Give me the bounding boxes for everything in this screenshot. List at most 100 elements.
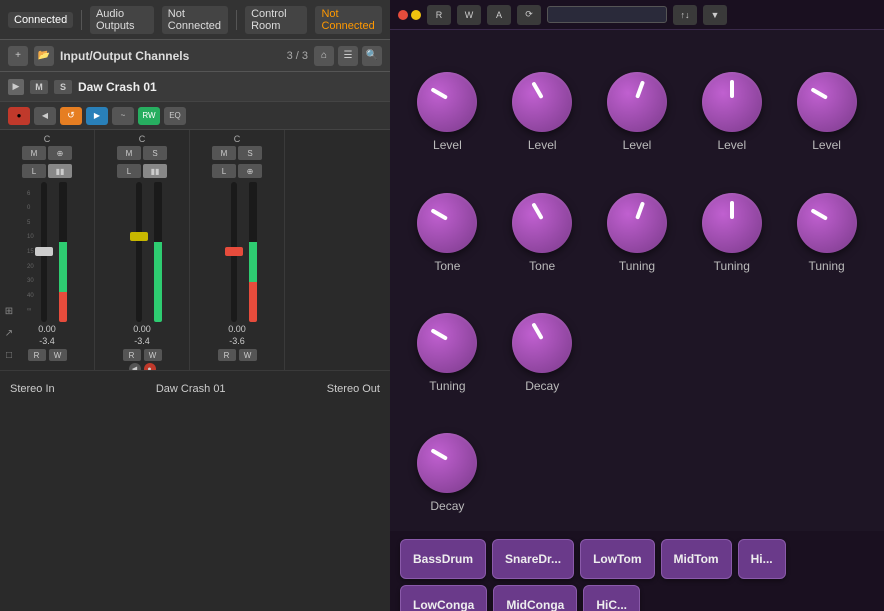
ch3-w-btn[interactable]: W: [239, 349, 257, 361]
rt-chevron-btn[interactable]: ▼: [703, 5, 727, 25]
mixer-icon[interactable]: ⊞: [2, 304, 16, 318]
knob-10[interactable]: [797, 193, 857, 253]
channel-2: C M S L ▮▮ 0.00 -3.4: [95, 130, 190, 370]
ch2-l-btn[interactable]: L: [117, 164, 141, 178]
rw-button[interactable]: RW: [138, 107, 160, 125]
sep2: [236, 10, 237, 30]
add-channel-button[interactable]: +: [8, 46, 28, 66]
knob-12[interactable]: [512, 313, 572, 373]
knob-2[interactable]: [512, 72, 572, 132]
drum-pad-snaredr---[interactable]: SnareDr...: [492, 539, 574, 579]
ch2-r-btn[interactable]: R: [123, 349, 141, 361]
house-icon[interactable]: ⌂: [314, 46, 334, 66]
ch1-r-btn[interactable]: R: [28, 349, 46, 361]
ch1-vu-btn[interactable]: ▮▮: [48, 164, 72, 178]
search-icon[interactable]: 🔍: [362, 46, 382, 66]
knob-6[interactable]: [417, 193, 477, 253]
not-connected2-badge[interactable]: Not Connected: [315, 6, 382, 34]
rt-loop-btn[interactable]: ⟳: [517, 5, 541, 25]
back-button[interactable]: ◀: [34, 107, 56, 125]
ch3-fader-handle[interactable]: [225, 247, 243, 256]
ch2-fader-area: [97, 182, 187, 322]
knob-8[interactable]: [607, 193, 667, 253]
automation-button[interactable]: ~: [112, 107, 134, 125]
ch2-fader-handle[interactable]: [130, 232, 148, 241]
mixer-channels-area: C M ⊕ L ▮▮ 6 0 5 10 15 20: [0, 130, 390, 370]
knob-label-5: Level: [812, 138, 841, 152]
ch3-buttons: M S: [212, 146, 262, 160]
rt-arrows-btn[interactable]: ↑↓: [673, 5, 697, 25]
drum-pad-midconga[interactable]: MidConga: [493, 585, 577, 611]
ch1-buttons: M ⊕: [22, 146, 72, 160]
monitor-button[interactable]: ▶: [86, 107, 108, 125]
channel-strip-header: ▶ M S Daw Crash 01: [0, 72, 390, 102]
knob-4[interactable]: [702, 72, 762, 132]
stereo-out-label: Stereo Out: [327, 383, 380, 395]
knob-1[interactable]: [417, 72, 477, 132]
drum-pad-lowconga[interactable]: LowConga: [400, 585, 487, 611]
ch2-dot-left[interactable]: ◀: [129, 363, 141, 370]
list-icon[interactable]: ☰: [338, 46, 358, 66]
audio-outputs-badge[interactable]: Audio Outputs: [90, 6, 154, 34]
top-bar: Connected Audio Outputs Not Connected Co…: [0, 0, 390, 40]
drum-pad-lowtom[interactable]: LowTom: [580, 539, 654, 579]
knob-5[interactable]: [797, 72, 857, 132]
knob-cell-9: Tuning: [684, 160, 779, 280]
ch3-s-btn[interactable]: S: [238, 146, 262, 160]
ch2-w-btn[interactable]: W: [144, 349, 162, 361]
bottom-info-bar: Stereo In Daw Crash 01 Stereo Out: [0, 370, 390, 406]
drum-pad-bassdrum[interactable]: BassDrum: [400, 539, 486, 579]
ch2-dot-rec[interactable]: ●: [144, 363, 156, 370]
drum-machine-panel: R W A ⟳ ↑↓ ▼ LevelLevelLevelLevelLevelTo…: [390, 0, 884, 611]
ch1-link-btn[interactable]: ⊕: [48, 146, 72, 160]
ch3-r-btn[interactable]: R: [218, 349, 236, 361]
record-button[interactable]: ●: [8, 107, 30, 125]
rt-a-btn[interactable]: A: [487, 5, 511, 25]
ch1-label: C: [44, 134, 51, 144]
ch2-buttons: M S: [117, 146, 167, 160]
rt-w-btn[interactable]: W: [457, 5, 481, 25]
ch2-vu-btn[interactable]: ▮▮: [143, 164, 167, 178]
knob-cell-17: [495, 401, 590, 521]
ch3-value-bottom: -3.6: [229, 336, 245, 346]
drum-pad-hic---[interactable]: HiC...: [583, 585, 640, 611]
knob-cell-12: Decay: [495, 281, 590, 401]
drum-pad-hi---[interactable]: Hi...: [738, 539, 786, 579]
knob-3[interactable]: [607, 72, 667, 132]
solo-button[interactable]: S: [54, 80, 72, 94]
ch3-l-btn[interactable]: L: [212, 164, 236, 178]
eq-button[interactable]: EQ: [164, 107, 186, 125]
not-connected-badge[interactable]: Not Connected: [162, 6, 229, 34]
close-dot[interactable]: [398, 10, 408, 20]
knob-label-12: Decay: [525, 379, 559, 393]
knob-16[interactable]: [417, 433, 477, 493]
knob-cell-3: Level: [590, 40, 685, 160]
channel-controls: ● ◀ ↺ ▶ ~ RW EQ: [0, 102, 390, 130]
ch2-m-btn[interactable]: M: [117, 146, 141, 160]
ch1-m-btn[interactable]: M: [22, 146, 46, 160]
ch1-l-btn[interactable]: L: [22, 164, 46, 178]
rt-r-btn[interactable]: R: [427, 5, 451, 25]
rt-search-input[interactable]: [547, 6, 667, 23]
minimize-dot[interactable]: [411, 10, 421, 20]
ch1-rw-row: R W: [28, 349, 67, 361]
output-icon[interactable]: □: [2, 348, 16, 362]
knob-9[interactable]: [702, 193, 762, 253]
send-icon[interactable]: ↗: [2, 326, 16, 340]
folder-button[interactable]: 📂: [34, 46, 54, 66]
drum-pad-midtom[interactable]: MidTom: [661, 539, 732, 579]
mute-button[interactable]: M: [30, 80, 48, 94]
sep1: [81, 10, 82, 30]
control-room-badge[interactable]: Control Room: [245, 6, 307, 34]
strip-folder-icon[interactable]: ▶: [8, 79, 24, 95]
knob-11[interactable]: [417, 313, 477, 373]
ch2-transport-dots: ◀ ●: [129, 363, 156, 370]
ch3-link-btn[interactable]: ⊕: [238, 164, 262, 178]
ch2-s-btn[interactable]: S: [143, 146, 167, 160]
ch3-m-btn[interactable]: M: [212, 146, 236, 160]
knob-7[interactable]: [512, 193, 572, 253]
knob-cell-18: [590, 401, 685, 521]
loop-button[interactable]: ↺: [60, 107, 82, 125]
ch1-w-btn[interactable]: W: [49, 349, 67, 361]
ch1-fader-handle[interactable]: [35, 247, 53, 256]
